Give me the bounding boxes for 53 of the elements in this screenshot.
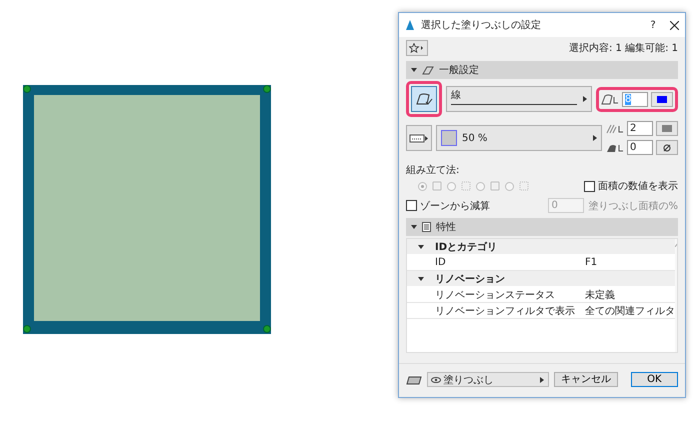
hatch-button[interactable]	[406, 125, 432, 151]
dialog-button[interactable]: キャンセル	[554, 372, 618, 387]
fill-type-button[interactable]	[411, 86, 437, 112]
checkbox-label: ゾーンから減算	[420, 200, 490, 212]
section-header[interactable]: 特性	[406, 218, 678, 236]
eye-icon	[430, 376, 441, 382]
property-name: リノベーションステータス	[434, 288, 556, 302]
checkbox[interactable]	[406, 200, 417, 211]
pattern-icon	[519, 181, 529, 191]
section-header[interactable]: 一般設定	[406, 61, 678, 79]
pen-field[interactable]: 2	[627, 121, 653, 136]
percent-label: 塗りつぶし面積の%	[588, 200, 678, 212]
favorites-button[interactable]	[406, 40, 428, 56]
app-icon	[405, 19, 415, 31]
close-icon[interactable]	[670, 20, 679, 30]
pen-field[interactable]: 0	[627, 140, 653, 155]
caret-icon	[540, 376, 544, 382]
selection-info: 選択内容: 1 編集可能: 1	[569, 42, 678, 55]
property-value: 全ての関連フィルタ	[585, 304, 675, 318]
help-button[interactable]: ?	[642, 20, 664, 30]
property-name: ID	[434, 257, 447, 268]
pattern-icon	[461, 181, 471, 191]
disclosure-icon[interactable]	[411, 224, 417, 230]
hatch-pattern-icon	[409, 133, 429, 143]
section-title: 特性	[436, 220, 456, 234]
caret-icon	[593, 135, 597, 141]
property-name: リノベーションフィルタで表示	[434, 304, 576, 318]
property-value: F1	[585, 257, 598, 268]
checkbox-label: 面積の数値を表示	[598, 180, 678, 193]
group-row[interactable]: リノベーション	[407, 271, 675, 287]
line-type-dropdown[interactable]: 線	[446, 86, 592, 112]
disclosure-icon[interactable]	[418, 244, 424, 250]
layer-icon	[406, 374, 422, 384]
disclosure-icon[interactable]	[418, 276, 424, 282]
transparent-button[interactable]	[656, 140, 678, 155]
caret-icon	[583, 96, 587, 102]
fill-dropdown[interactable]: 50 %	[436, 125, 602, 151]
construction-label: 組み立て法:	[405, 164, 460, 177]
empty-set-icon	[663, 144, 671, 152]
pen-color-button[interactable]	[651, 92, 673, 106]
list-icon	[422, 222, 431, 232]
layer-dropdown[interactable]: 塗りつぶし	[426, 372, 549, 387]
disclosure-icon[interactable]	[411, 67, 417, 73]
property-value: 未定義	[585, 288, 615, 302]
pen-color-button[interactable]	[656, 121, 678, 136]
fill-shape-icon	[415, 92, 433, 106]
pattern-icon	[490, 181, 500, 191]
group-row[interactable]: IDとカテゴリ	[407, 239, 675, 255]
dialog-button[interactable]: OK	[630, 372, 678, 387]
window-title: 選択した塗りつぶしの設定	[421, 18, 542, 32]
section-title: 一般設定	[439, 64, 479, 77]
checkbox[interactable]	[584, 180, 595, 192]
pattern-icon	[432, 181, 442, 191]
